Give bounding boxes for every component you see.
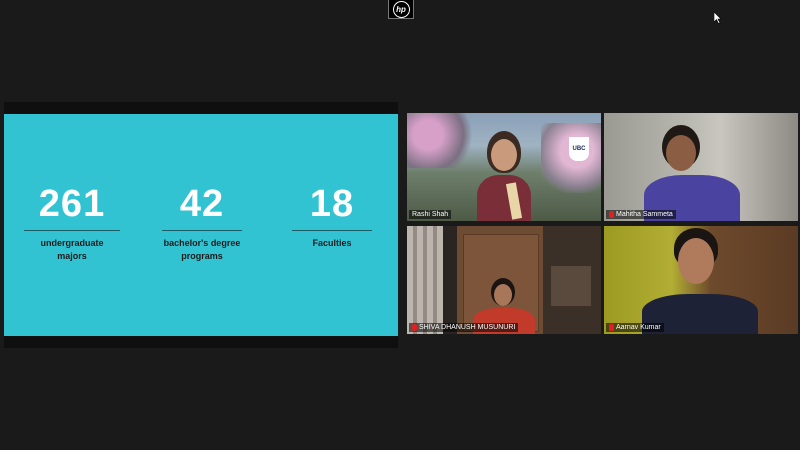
- person-silhouette: [644, 123, 740, 221]
- participant-name: SHIVA DHANUSH MUSUNURI: [419, 324, 516, 331]
- stat-label-line: undergraduate: [40, 238, 104, 248]
- video-tile-mahitha-sammeta[interactable]: Mahitha Sammeta: [604, 113, 798, 221]
- stat-divider: [24, 230, 120, 231]
- mouse-cursor-icon: [714, 12, 722, 24]
- mic-muted-icon: [609, 324, 614, 331]
- stat-bachelors-programs: 42 bachelor's degree programs: [152, 184, 252, 263]
- window-curtain: [407, 226, 443, 334]
- tree-blossom: [407, 113, 477, 168]
- participant-name-label: Mahitha Sammeta: [606, 210, 676, 219]
- person-silhouette: [473, 131, 535, 221]
- stat-label: Faculties: [292, 237, 372, 250]
- stat-divider: [162, 230, 242, 231]
- person-silhouette: [642, 228, 762, 334]
- video-tile-rashi-shah[interactable]: UBC Rashi Shah: [407, 113, 601, 221]
- participant-name-label: Rashi Shah: [409, 210, 452, 219]
- presentation-slide: 261 undergraduate majors 42 bachelor's d…: [4, 114, 398, 336]
- cabinet: [543, 226, 601, 334]
- stat-value: 18: [309, 183, 355, 225]
- stat-label: bachelor's degree programs: [152, 237, 252, 263]
- hp-logo-mark: hp: [392, 0, 410, 18]
- stat-label: undergraduate majors: [22, 237, 122, 263]
- stat-label-line: bachelor's degree: [163, 238, 241, 248]
- hp-logo: hp: [388, 0, 414, 19]
- stat-undergraduate-majors: 261 undergraduate majors: [22, 184, 122, 263]
- video-tile-aarnav-kumar[interactable]: Aarnav Kumar: [604, 226, 798, 334]
- shared-screen[interactable]: 261 undergraduate majors 42 bachelor's d…: [4, 102, 398, 348]
- stat-value: 42: [179, 183, 225, 225]
- stat-value: 261: [38, 183, 106, 225]
- participant-name: Rashi Shah: [412, 211, 449, 218]
- participant-name-label: SHIVA DHANUSH MUSUNURI: [409, 323, 519, 332]
- participant-name: Aarnav Kumar: [616, 324, 661, 331]
- mic-muted-icon: [609, 211, 614, 218]
- mic-muted-icon: [412, 324, 417, 331]
- participant-name: Mahitha Sammeta: [616, 211, 673, 218]
- video-tile-shiva-dhanush-musunuri[interactable]: SHIVA DHANUSH MUSUNURI: [407, 226, 601, 334]
- stat-label-line: majors: [57, 251, 87, 261]
- stat-label-line: programs: [181, 251, 223, 261]
- participant-name-label: Aarnav Kumar: [606, 323, 664, 332]
- stat-divider: [292, 230, 372, 231]
- ubc-logo: UBC: [569, 137, 589, 161]
- stat-faculties: 18 Faculties: [292, 184, 372, 250]
- stat-label-line: Faculties: [312, 238, 352, 248]
